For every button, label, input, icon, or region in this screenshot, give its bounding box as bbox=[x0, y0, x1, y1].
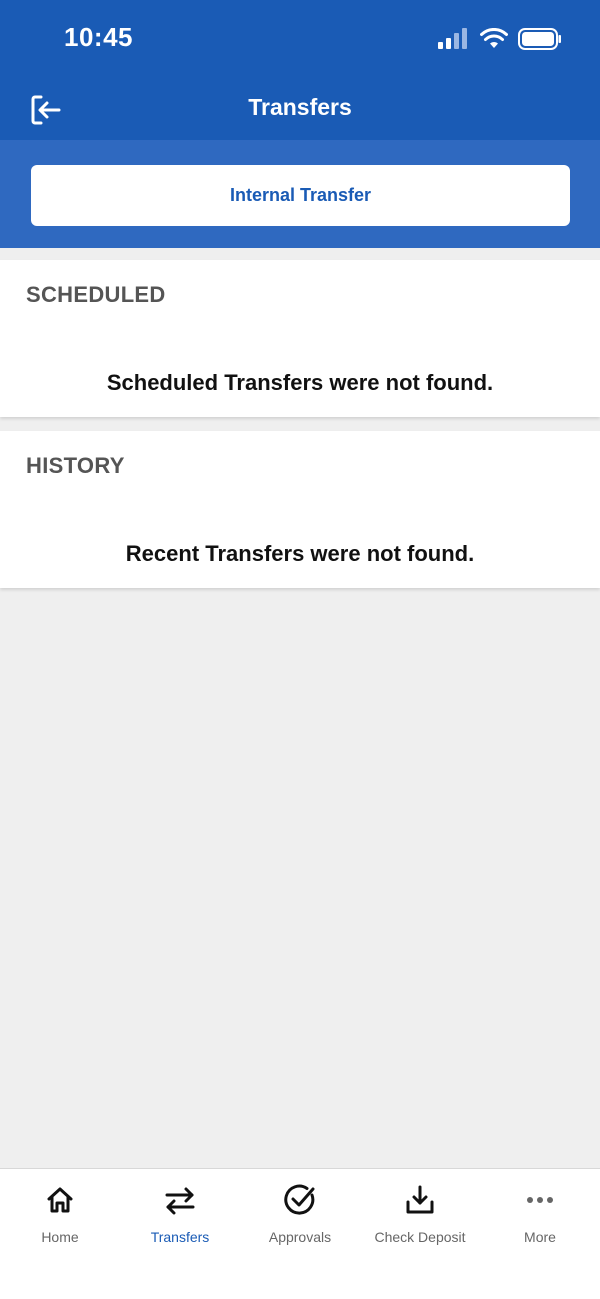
transfers-screen: 10:45 Transfers Internal Transfer SCHEDU… bbox=[0, 0, 600, 1299]
transfer-actions: Internal Transfer bbox=[0, 140, 600, 248]
tab-check-deposit[interactable]: Check Deposit bbox=[360, 1169, 480, 1269]
history-section-title: HISTORY bbox=[26, 453, 125, 478]
internal-transfer-button[interactable]: Internal Transfer bbox=[31, 165, 570, 226]
history-section: HISTORY Recent Transfers were not found. bbox=[0, 431, 600, 588]
tab-check-deposit-label: Check Deposit bbox=[374, 1229, 466, 1245]
scheduled-section-title: SCHEDULED bbox=[26, 282, 166, 307]
status-bar: 10:45 bbox=[0, 0, 600, 80]
status-icons bbox=[438, 27, 562, 55]
download-tray-icon bbox=[403, 1183, 437, 1217]
scheduled-empty-message: Scheduled Transfers were not found. bbox=[106, 370, 494, 395]
ellipsis-icon bbox=[523, 1183, 557, 1217]
tab-transfers[interactable]: Transfers bbox=[120, 1169, 240, 1269]
tab-more-label: More bbox=[524, 1229, 556, 1245]
status-time: 10:45 bbox=[64, 22, 133, 52]
history-empty-message: Recent Transfers were not found. bbox=[125, 541, 475, 566]
wifi-icon bbox=[480, 27, 508, 55]
page-title: Transfers bbox=[248, 94, 352, 120]
tab-transfers-label: Transfers bbox=[150, 1229, 210, 1245]
cellular-signal-icon bbox=[438, 28, 470, 55]
tab-home[interactable]: Home bbox=[0, 1169, 120, 1269]
tab-approvals[interactable]: Approvals bbox=[240, 1169, 360, 1269]
home-icon bbox=[43, 1183, 77, 1217]
tab-bar: Home Transfers Approvals Check Deposit M… bbox=[0, 1168, 600, 1299]
scheduled-section: SCHEDULED Scheduled Transfers were not f… bbox=[0, 260, 600, 417]
navigation-bar: Transfers bbox=[0, 80, 600, 140]
check-circle-icon bbox=[283, 1183, 317, 1217]
transfer-arrows-icon bbox=[163, 1183, 197, 1217]
tab-home-label: Home bbox=[41, 1229, 79, 1245]
battery-icon bbox=[518, 28, 562, 55]
tab-more[interactable]: More bbox=[480, 1169, 600, 1269]
tab-approvals-label: Approvals bbox=[268, 1229, 332, 1245]
